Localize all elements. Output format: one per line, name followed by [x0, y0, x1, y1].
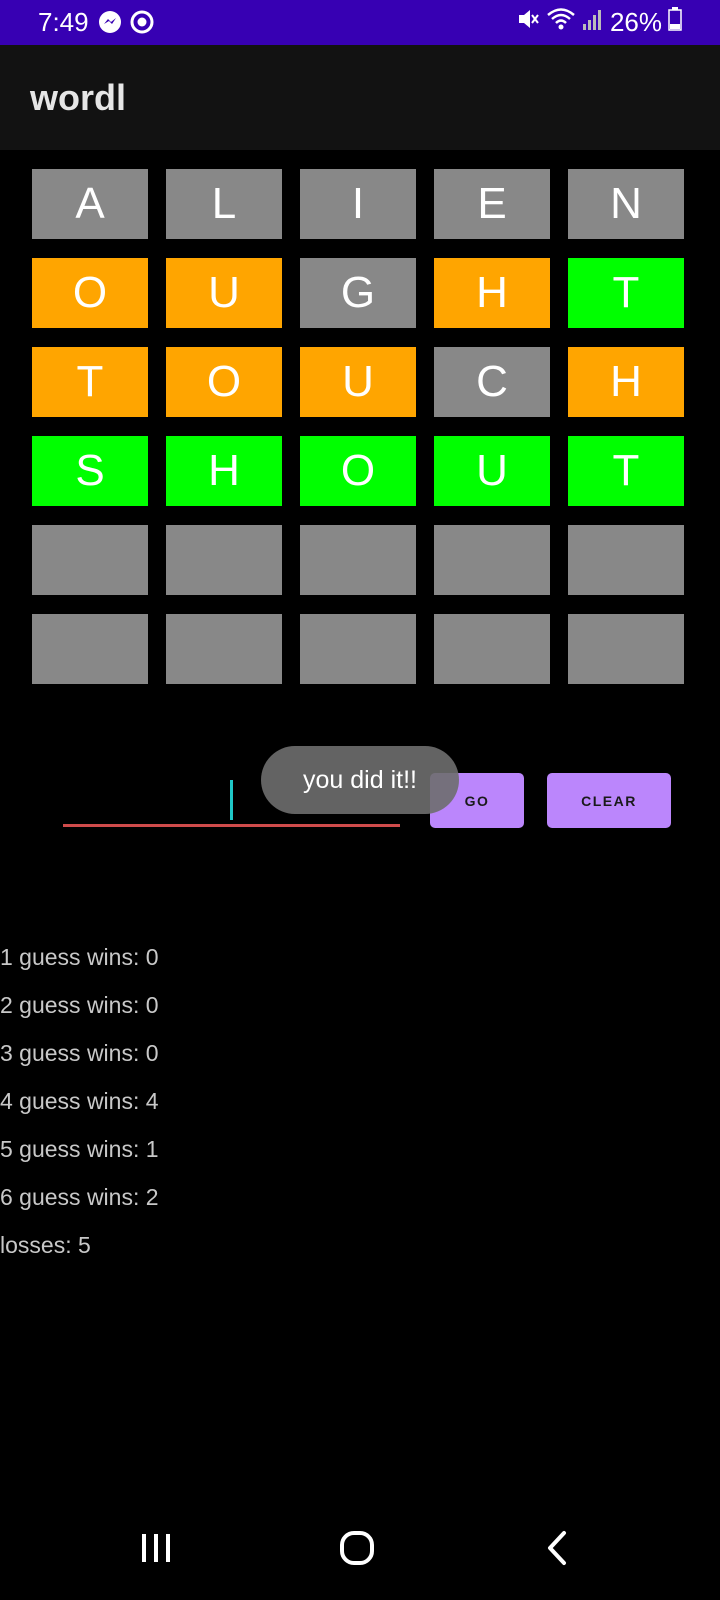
guess-row: ALIEN [32, 169, 702, 239]
letter-tile: E [434, 169, 550, 239]
letter-tile [32, 525, 148, 595]
record-icon [130, 10, 154, 41]
stat-line: 5 guess wins: 1 [0, 1136, 159, 1162]
status-bar: 7:49 26% [0, 0, 720, 45]
letter-tile: O [300, 436, 416, 506]
stat-line: 6 guess wins: 2 [0, 1184, 159, 1210]
stats-list: 1 guess wins: 0 2 guess wins: 0 3 guess wi… [0, 942, 159, 1278]
stat-line: losses: 5 [0, 1232, 91, 1258]
letter-tile: C [434, 347, 550, 417]
guess-row [32, 614, 702, 684]
mute-icon [516, 6, 540, 39]
letter-tile: U [300, 347, 416, 417]
letter-tile: O [166, 347, 282, 417]
stat-line: 4 guess wins: 4 [0, 1088, 159, 1114]
home-icon [337, 1528, 377, 1573]
status-right-icons: 26% [516, 6, 682, 39]
battery-icon [668, 7, 682, 38]
app-bar: wordl [0, 45, 720, 150]
letter-tile: U [166, 258, 282, 328]
letter-tile: A [32, 169, 148, 239]
wifi-icon [546, 6, 576, 39]
guess-grid: ALIENOUGHTTOUCHSHOUT [32, 169, 702, 703]
letter-tile [32, 614, 148, 684]
input-underline [63, 824, 400, 827]
letter-tile: L [166, 169, 282, 239]
guess-row [32, 525, 702, 595]
clear-button[interactable]: CLEAR [547, 773, 671, 828]
letter-tile [568, 614, 684, 684]
guess-row: TOUCH [32, 347, 702, 417]
stat-line: 3 guess wins: 0 [0, 1040, 159, 1066]
back-button[interactable] [498, 1500, 618, 1600]
stat-line: 1 guess wins: 0 [0, 944, 159, 970]
back-icon [540, 1528, 576, 1573]
letter-tile: O [32, 258, 148, 328]
navigation-bar [0, 1500, 720, 1600]
stat-line: 2 guess wins: 0 [0, 992, 159, 1018]
letter-tile [434, 525, 550, 595]
letter-tile: T [32, 347, 148, 417]
home-button[interactable] [297, 1500, 417, 1600]
recent-apps-icon [136, 1530, 176, 1571]
letter-tile: G [300, 258, 416, 328]
messenger-icon [98, 10, 122, 41]
letter-tile: T [568, 258, 684, 328]
letter-tile: U [434, 436, 550, 506]
letter-tile: N [568, 169, 684, 239]
letter-tile: T [568, 436, 684, 506]
battery-level: 26% [609, 7, 662, 37]
letter-tile: I [300, 169, 416, 239]
letter-tile [300, 525, 416, 595]
recent-apps-button[interactable] [96, 1500, 216, 1600]
guess-row: SHOUT [32, 436, 702, 506]
status-time: 7:49 [38, 7, 89, 37]
guess-row: OUGHT [32, 258, 702, 328]
signal-icon [582, 7, 604, 38]
letter-tile [568, 525, 684, 595]
letter-tile [300, 614, 416, 684]
text-cursor [230, 780, 233, 820]
toast-message: you did it!! [261, 746, 459, 814]
status-left-icons [98, 10, 154, 41]
letter-tile [166, 614, 282, 684]
letter-tile [166, 525, 282, 595]
letter-tile [434, 614, 550, 684]
letter-tile: H [568, 347, 684, 417]
app-title: wordl [30, 77, 126, 118]
letter-tile: S [32, 436, 148, 506]
letter-tile: H [434, 258, 550, 328]
letter-tile: H [166, 436, 282, 506]
